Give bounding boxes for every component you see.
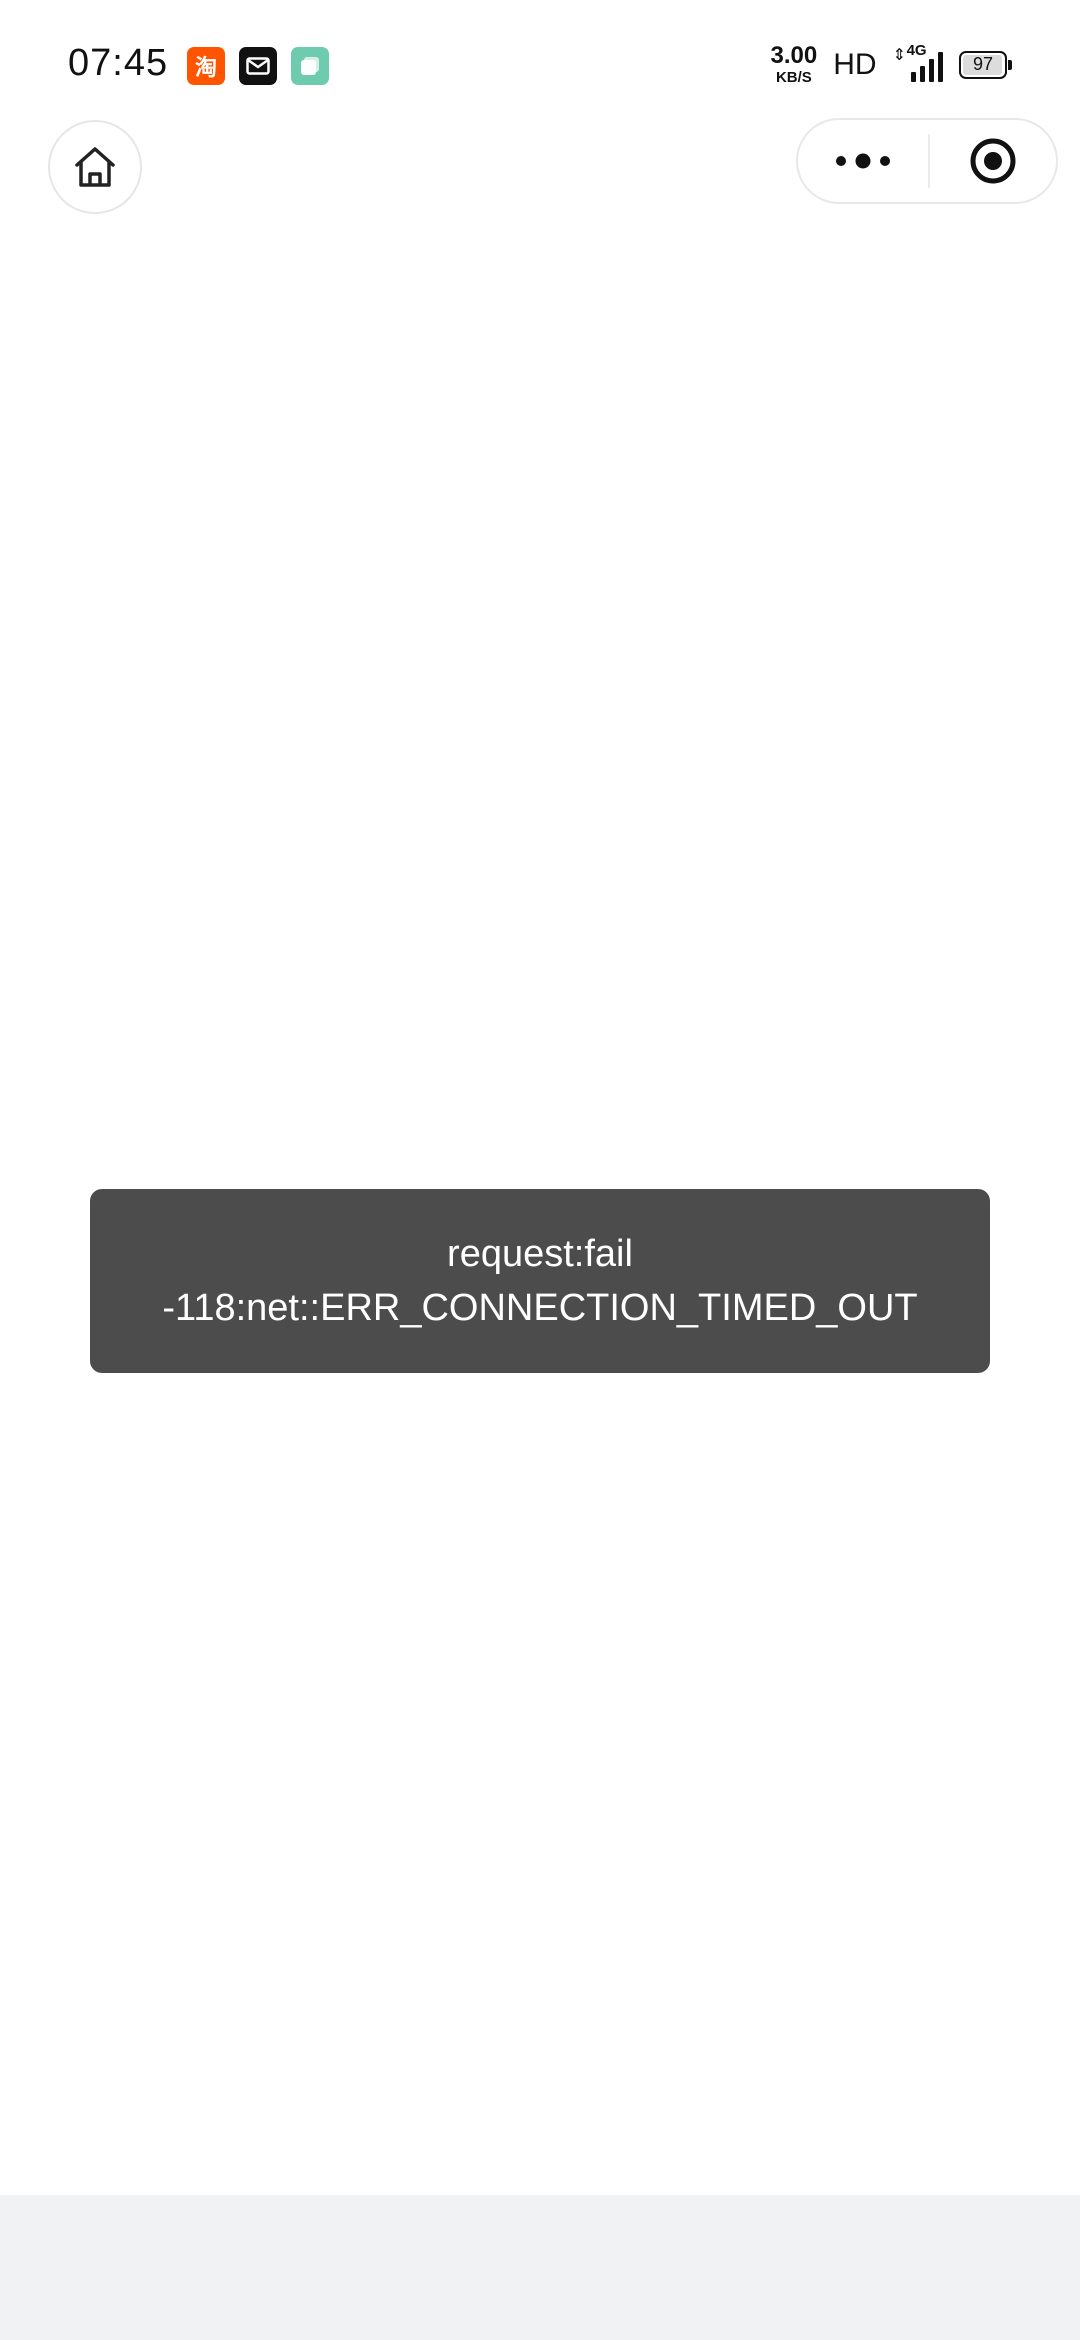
network-type: 4G: [906, 41, 927, 59]
more-button[interactable]: [798, 120, 928, 202]
close-button[interactable]: [930, 120, 1056, 202]
target-close-icon: [970, 138, 1016, 184]
signal-bar: [938, 51, 943, 82]
home-icon: [75, 147, 115, 187]
network-speed-unit: KB/S: [775, 69, 812, 86]
signal-icon: ⇕ 4G: [892, 42, 943, 82]
battery-body: 97: [959, 50, 1007, 79]
data-arrows-icon: ⇕: [892, 46, 906, 64]
bottom-area: [0, 2195, 1080, 2340]
home-button[interactable]: [48, 120, 142, 214]
status-time: 07:45: [68, 42, 169, 84]
screen: 07:45 淘 3.00 KB/S HD ⇕ 4G 97 request:fai…: [0, 0, 1080, 2340]
signal-bar: [929, 58, 934, 82]
signal-bar: [911, 71, 916, 82]
battery-tip: [1008, 59, 1012, 70]
hd-label: HD: [833, 47, 877, 81]
toast-line-2: -118:net::ERR_CONNECTION_TIMED_OUT: [162, 1287, 918, 1329]
network-speed-value: 3.00: [770, 42, 818, 69]
network-speed: 3.00 KB/S: [770, 42, 818, 86]
toast-line-1: request:fail: [447, 1233, 633, 1275]
app-icon: [291, 47, 329, 85]
battery-icon: 97: [959, 50, 1012, 79]
status-right: 3.00 KB/S HD ⇕ 4G 97: [770, 42, 1012, 86]
taobao-icon: 淘: [187, 47, 225, 85]
status-bar: 07:45 淘 3.00 KB/S HD ⇕ 4G 97: [0, 0, 1080, 130]
mail-icon: [239, 47, 277, 85]
battery-level: 97: [972, 54, 994, 74]
more-dots-icon: [836, 153, 890, 169]
signal-bar: [920, 65, 925, 82]
notification-icons: 淘: [187, 47, 329, 85]
mini-program-capsule: [796, 118, 1058, 204]
error-toast: request:fail -118:net::ERR_CONNECTION_TI…: [90, 1189, 990, 1373]
